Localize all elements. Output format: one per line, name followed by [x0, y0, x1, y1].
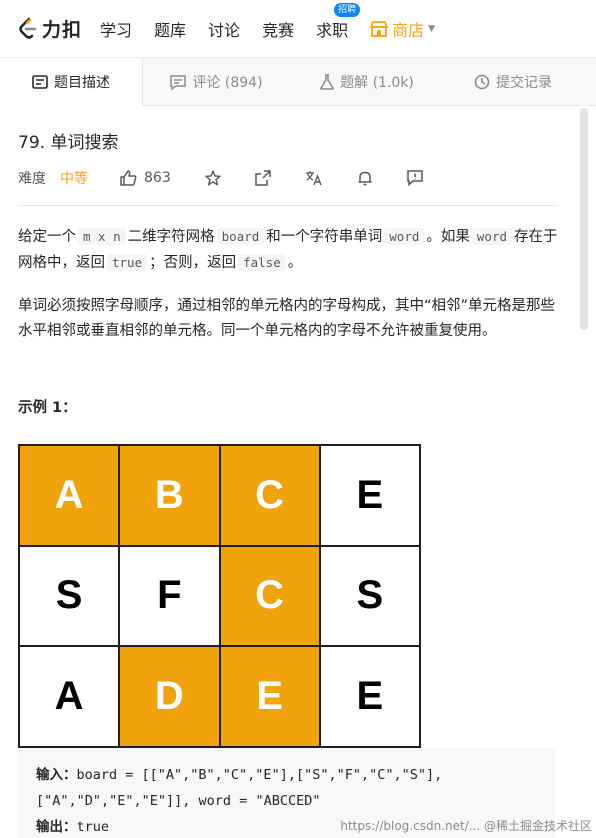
output-value: true [76, 819, 110, 835]
tab-description[interactable]: 题目描述 [0, 58, 143, 106]
inline-code: word [471, 228, 512, 245]
nav-store[interactable]: 商店 ▼ [370, 17, 435, 41]
watermark: https://blog.csdn.net/... @稀土掘金技术社区 [340, 819, 592, 833]
like-button[interactable]: 863 [120, 170, 171, 186]
board-cell: A [20, 647, 119, 746]
document-icon [32, 75, 48, 89]
bell-icon [358, 171, 372, 186]
chevron-down-icon: ▼ [428, 23, 436, 34]
board-cell: D [120, 647, 219, 746]
share-icon [254, 170, 271, 186]
problem-content: 79. 单词搜索 难度 中等 863 给定一个 m x n 二维字符网格 board 和… [18, 106, 558, 417]
share-button[interactable] [254, 170, 271, 186]
example-title: 示例 1： [18, 400, 77, 416]
example-input-line-1: 输入：board = [["A","B","C","E"],["S","F","… [36, 762, 555, 788]
input-label: 输入： [36, 767, 77, 783]
report-icon [406, 170, 423, 186]
tab-submissions[interactable]: 提交记录 [444, 58, 582, 106]
store-icon [370, 20, 389, 37]
board-cell: E [320, 446, 419, 545]
tab-solutions[interactable]: 题解 (1.0k) [290, 58, 444, 106]
tab-comments-label: 评论 (894) [192, 75, 263, 91]
problem-meta: 难度 中等 863 [18, 165, 558, 191]
inline-code: m x n [78, 228, 126, 245]
inline-code: board [216, 228, 265, 245]
favorite-button[interactable] [205, 170, 221, 186]
leetcode-logo-icon [19, 17, 37, 39]
example-input-line-2: ["A","D","E","E"]], word = "ABCCED" [36, 793, 321, 809]
tab-submissions-label: 提交记录 [496, 75, 552, 91]
difficulty-label: 难度 [18, 171, 46, 187]
desc-text: 和一个字符串单词 [266, 229, 383, 245]
board-cell: C [220, 446, 319, 545]
hiring-badge: 招聘 [334, 2, 361, 17]
notify-button[interactable] [357, 170, 373, 186]
divider [18, 205, 558, 206]
star-icon [205, 170, 221, 186]
nav-jobs[interactable]: 求职 招聘 [316, 2, 361, 41]
comment-icon [170, 74, 187, 90]
nav-learn[interactable]: 学习 [100, 17, 132, 41]
board-cell: A [20, 446, 119, 545]
translate-button[interactable] [305, 170, 323, 186]
nav-store-label: 商店 [392, 20, 425, 40]
clock-icon [474, 74, 490, 90]
desc-text: 。如果 [426, 229, 470, 245]
output-label: 输出： [36, 819, 77, 835]
flask-icon [320, 74, 334, 90]
input-value: board = [["A","B","C","E"],["S","F","C",… [76, 767, 443, 783]
brand-logo[interactable]: 力扣 [18, 15, 82, 42]
nav-contest[interactable]: 竞赛 [262, 17, 294, 41]
difficulty-value: 中等 [60, 171, 88, 187]
inline-code: true [107, 254, 148, 271]
desc-text: 二维字符网格 [127, 229, 215, 245]
inline-code: word [384, 228, 425, 245]
board-cell: C [220, 546, 319, 646]
nav-problems[interactable]: 题库 [154, 17, 186, 41]
feedback-button[interactable] [406, 170, 423, 186]
board-cell: S [20, 546, 119, 646]
desc-text: 。 [287, 255, 303, 271]
description-paragraph-1: 给定一个 m x n 二维字符网格 board 和一个字符串单词 word 。如果 word 存… [18, 224, 558, 276]
like-count: 863 [144, 170, 171, 186]
problem-title: 79. 单词搜索 [18, 133, 119, 153]
scrollbar[interactable] [580, 108, 588, 330]
example-board-grid: ABCESFCSADEE [18, 444, 421, 748]
tab-description-label: 题目描述 [54, 75, 110, 91]
nav-discuss[interactable]: 讨论 [208, 17, 240, 41]
top-nav: 力扣 学习 题库 讨论 竞赛 求职 招聘 商店 ▼ [0, 0, 596, 58]
desc-text: ；否则，返回 [149, 255, 237, 271]
board-cell: B [120, 446, 219, 545]
thumbs-up-icon [120, 170, 137, 186]
board-cell: E [220, 647, 319, 746]
description-paragraph-2: 单词必须按照字母顺序，通过相邻的单元格内的字母构成，其中“相邻”单元格是那些水平… [18, 298, 556, 339]
inline-code: false [238, 254, 286, 271]
tab-comments[interactable]: 评论 (894) [143, 58, 290, 106]
desc-text: 给定一个 [18, 229, 76, 245]
problem-tabs: 题目描述 评论 (894) 题解 (1.0k) 提交记录 [0, 58, 596, 106]
tab-solutions-label: 题解 (1.0k) [340, 75, 414, 91]
board-cell: E [320, 647, 419, 746]
translate-icon [305, 171, 322, 186]
board-cell: S [320, 546, 419, 646]
brand-name: 力扣 [42, 19, 83, 41]
nav-jobs-label: 求职 [316, 20, 349, 40]
board-cell: F [120, 546, 219, 646]
